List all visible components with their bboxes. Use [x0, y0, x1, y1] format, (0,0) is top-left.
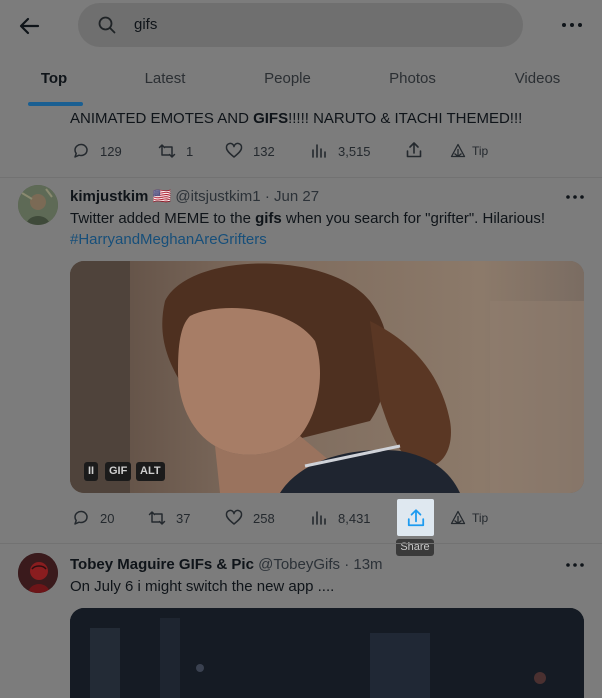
views-button[interactable]: 8,431: [310, 508, 371, 528]
like-button[interactable]: 258: [225, 508, 275, 528]
more-options-icon[interactable]: [565, 194, 585, 200]
like-count: 258: [253, 510, 275, 526]
avatar-image: [18, 185, 58, 225]
tweet-text: On July 6 i might switch the new app ...…: [70, 578, 335, 595]
retweet-icon: [158, 144, 176, 158]
tip-label: Tip: [472, 511, 489, 525]
like-count: 132: [253, 143, 275, 159]
views-count: 3,515: [338, 143, 371, 159]
author-handle[interactable]: @TobeyGifs: [258, 556, 340, 573]
views-button[interactable]: 3,515: [310, 141, 371, 161]
avatar-image: [18, 553, 58, 593]
author-handle[interactable]: @itsjustkim1: [175, 188, 260, 205]
tweet-text: Twitter added MEME to the gifs when you …: [70, 210, 546, 227]
author-name[interactable]: kimjustkim: [70, 188, 148, 205]
tweet-date[interactable]: Jun 27: [274, 188, 319, 205]
views-chart-icon: [312, 144, 326, 158]
avatar[interactable]: [18, 553, 58, 593]
share-button[interactable]: [397, 499, 434, 536]
tab-people[interactable]: People: [255, 52, 320, 106]
tab-top[interactable]: Top: [28, 52, 80, 106]
top-bar: gifs: [0, 0, 602, 52]
heart-icon: [225, 509, 243, 525]
tip-label: Tip: [472, 144, 489, 158]
avatar[interactable]: [18, 185, 58, 225]
retweet-button[interactable]: 37: [148, 508, 190, 528]
search-bar[interactable]: gifs: [78, 3, 523, 47]
heart-icon: [225, 142, 243, 158]
views-count: 8,431: [338, 510, 371, 526]
pause-gif-button[interactable]: II: [84, 462, 99, 481]
share-icon[interactable]: [405, 141, 423, 159]
reply-button[interactable]: 20: [72, 508, 114, 528]
tab-latest[interactable]: Latest: [135, 52, 195, 106]
tweet-date[interactable]: 13m: [353, 556, 382, 573]
reply-count: 129: [100, 143, 122, 159]
divider: [0, 543, 602, 544]
gif-media[interactable]: [70, 261, 584, 493]
search-tabs: Top Latest People Photos Videos: [0, 52, 602, 106]
tab-videos[interactable]: Videos: [505, 52, 570, 106]
alt-text-badge[interactable]: ALT: [136, 462, 165, 481]
reply-icon: [74, 143, 88, 158]
tip-icon: [450, 143, 466, 158]
share-icon: [407, 508, 424, 526]
reply-count: 20: [100, 510, 115, 526]
hashtag-link[interactable]: #HarryandMeghanAreGrifters: [70, 229, 267, 250]
search-icon: [98, 16, 116, 34]
tab-photos[interactable]: Photos: [380, 52, 445, 106]
gif-badge: GIF: [105, 462, 132, 481]
retweet-count: 37: [176, 510, 191, 526]
tweet-header: Tobey Maguire GIFs & Pic @TobeyGifs · 13…: [70, 556, 383, 573]
views-chart-icon: [312, 511, 326, 525]
tip-button[interactable]: Tip: [450, 143, 488, 159]
tweet-text: ANIMATED EMOTES AND GIFS!!!!! NARUTO & I…: [70, 110, 523, 127]
flag-emoji: 🇺🇸: [152, 188, 172, 205]
reply-button[interactable]: 129: [72, 141, 122, 161]
retweet-button[interactable]: 1: [158, 141, 193, 161]
tweet-media[interactable]: [70, 608, 584, 698]
more-options-icon[interactable]: [565, 562, 585, 568]
back-arrow-icon[interactable]: [16, 14, 42, 38]
search-input[interactable]: gifs: [134, 16, 157, 33]
divider: [0, 177, 602, 178]
tip-icon: [450, 510, 466, 525]
retweet-count: 1: [186, 143, 194, 159]
share-tooltip: Share: [396, 539, 434, 556]
tweet-header: kimjustkim 🇺🇸 @itsjustkim1 · Jun 27: [70, 188, 320, 205]
gif-image: [70, 261, 584, 493]
retweet-icon: [148, 511, 166, 525]
active-tab-indicator: [28, 102, 83, 106]
tip-button[interactable]: Tip: [450, 510, 488, 526]
author-name[interactable]: Tobey Maguire GIFs & Pic: [70, 556, 254, 573]
media-image: [70, 608, 584, 698]
more-options-icon[interactable]: [560, 16, 584, 34]
like-button[interactable]: 132: [225, 141, 275, 161]
reply-icon: [74, 510, 88, 525]
